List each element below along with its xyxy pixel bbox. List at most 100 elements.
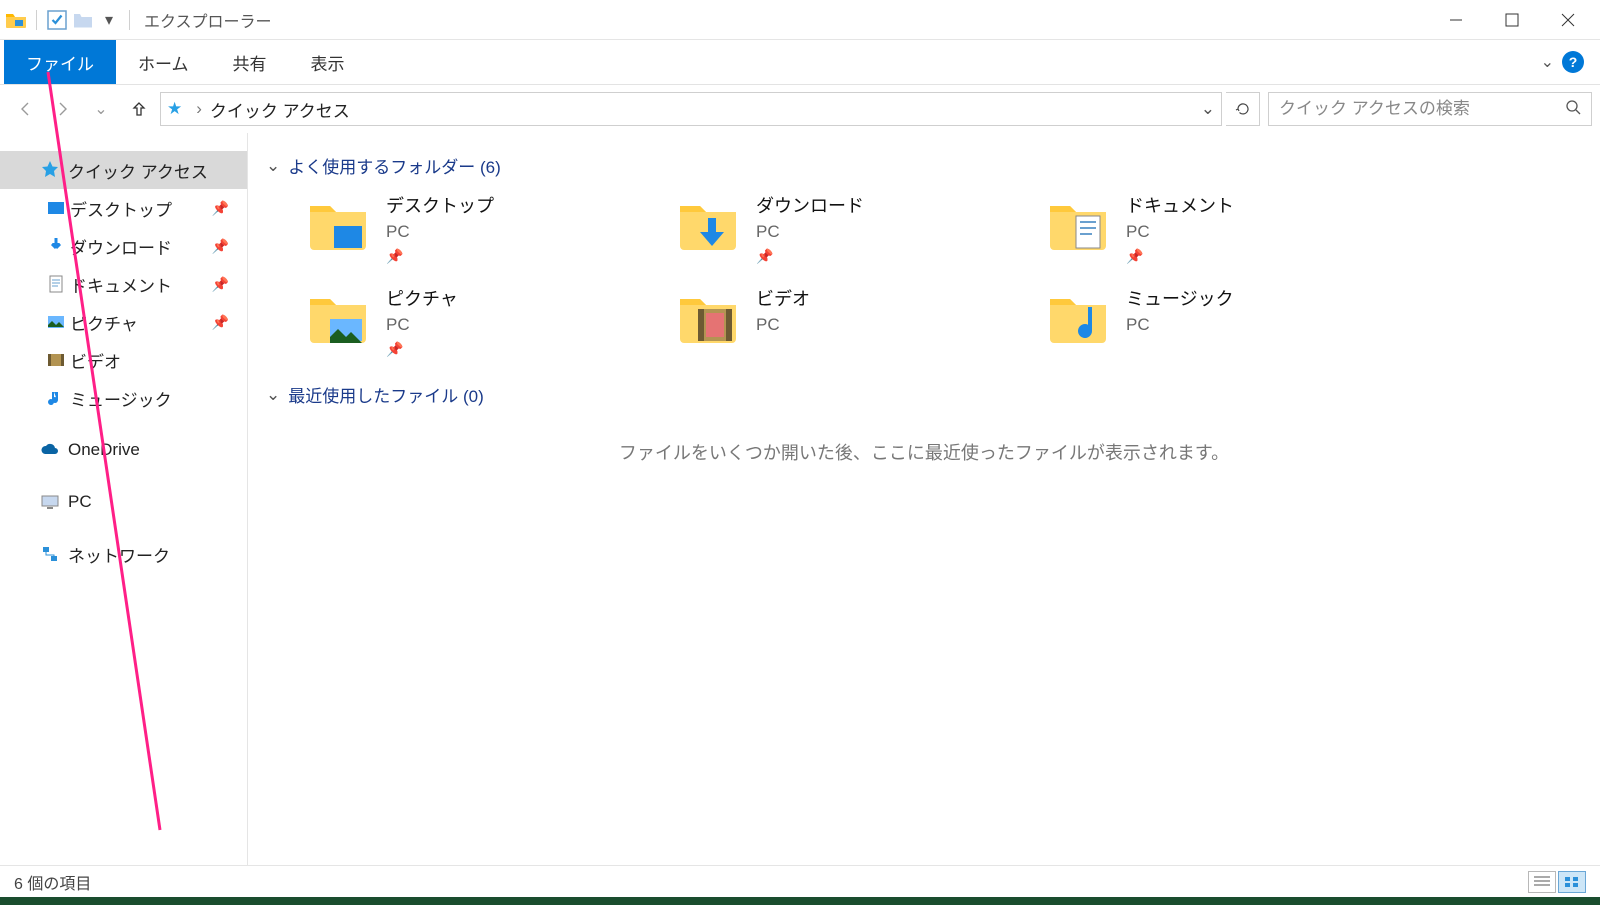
tab-file[interactable]: ファイル [4,40,116,84]
search-box[interactable] [1268,92,1592,126]
sidebar-item-label: ビデオ [70,348,121,373]
separator [36,10,37,30]
recent-locations-dropdown[interactable]: ⌄ [84,92,118,126]
sidebar-item-videos[interactable]: ビデオ [0,341,247,379]
close-button[interactable] [1540,0,1596,40]
folder-video-icon [676,285,740,349]
folder-name: デスクトップ [386,192,494,218]
sidebar-item-documents[interactable]: ドキュメント 📌 [0,265,247,303]
star-icon [40,160,60,180]
sidebar-item-downloads[interactable]: ダウンロード 📌 [0,227,247,265]
pin-icon: 📌 [386,341,458,358]
up-button[interactable] [122,92,156,126]
search-icon[interactable] [1565,99,1581,120]
pin-icon: 📌 [212,238,229,255]
folder-sub: PC [386,222,494,242]
folder-item-desktop[interactable]: デスクトップ PC 📌 [306,192,646,265]
sidebar-item-label: クイック アクセス [68,158,208,183]
folder-name: ダウンロード [756,192,864,218]
maximize-button[interactable] [1484,0,1540,40]
sidebar-item-label: デスクトップ [70,196,172,221]
sidebar-item-label: PC [68,492,92,512]
download-icon [46,236,66,256]
video-icon [46,350,66,370]
sidebar-quick-access[interactable]: クイック アクセス [0,151,247,189]
sidebar-item-music[interactable]: ミュージック [0,379,247,417]
title-bar: ▾ エクスプローラー [0,0,1600,40]
sidebar-item-label: ネットワーク [68,542,170,567]
sidebar-pc[interactable]: PC [0,483,247,521]
picture-icon [46,312,66,332]
folder-item-downloads[interactable]: ダウンロード PC 📌 [676,192,1016,265]
large-icons-view-button[interactable] [1558,871,1586,893]
sidebar-item-label: ミュージック [70,386,172,411]
separator [129,10,130,30]
section-frequent-folders[interactable]: ⌄ よく使用するフォルダー (6) [266,153,1582,178]
document-icon [46,274,66,294]
folder-sub: PC [756,222,864,242]
content-area: ⌄ よく使用するフォルダー (6) デスクトップ PC 📌 ダウンロ [248,133,1600,865]
folder-sub: PC [1126,222,1234,242]
folder-item-documents[interactable]: ドキュメント PC 📌 [1046,192,1386,265]
sidebar-item-label: ピクチャ [70,310,138,335]
folder-item-pictures[interactable]: ピクチャ PC 📌 [306,285,646,358]
qat-dropdown-icon[interactable]: ▾ [97,8,121,32]
pin-icon: 📌 [756,248,864,265]
minimize-button[interactable] [1428,0,1484,40]
sidebar-item-label: ダウンロード [70,234,172,259]
folder-item-music[interactable]: ミュージック PC [1046,285,1386,358]
forward-button[interactable] [46,92,80,126]
sidebar-item-desktop[interactable]: デスクトップ 📌 [0,189,247,227]
item-count: 6 個の項目 [14,870,91,894]
pin-icon: 📌 [386,248,494,265]
folder-name: ミュージック [1126,285,1234,311]
details-view-button[interactable] [1528,871,1556,893]
address-path[interactable]: クイック アクセス [210,97,350,122]
ribbon: ファイル ホーム 共有 表示 ⌄ ? [0,40,1600,85]
folder-document-icon [1046,192,1110,256]
pin-icon: 📌 [212,276,229,293]
address-dropdown-icon[interactable]: ⌄ [1201,99,1215,119]
folder-sub: PC [386,315,458,335]
window-title: エクスプローラー [144,8,272,32]
music-icon [46,388,66,408]
back-button[interactable] [8,92,42,126]
section-label: よく使用するフォルダー (6) [288,153,501,178]
refresh-button[interactable] [1226,92,1260,126]
pin-icon: 📌 [1126,248,1234,265]
chevron-down-icon: ⌄ [266,156,280,176]
folder-music-icon [1046,285,1110,349]
address-row: ⌄ ★ › クイック アクセス ⌄ [0,85,1600,133]
tab-share[interactable]: 共有 [211,40,289,85]
network-icon [40,544,60,564]
new-folder-quick-icon[interactable] [71,8,95,32]
folder-sub: PC [756,315,810,335]
ribbon-collapse-icon[interactable]: ⌄ [1541,52,1554,72]
properties-quick-icon[interactable] [45,8,69,32]
cloud-icon [40,440,60,460]
section-recent-files[interactable]: ⌄ 最近使用したファイル (0) [266,382,1582,407]
search-input[interactable] [1279,99,1565,119]
tab-home[interactable]: ホーム [116,40,211,85]
help-button[interactable]: ? [1562,51,1584,73]
chevron-down-icon: ⌄ [266,385,280,405]
folder-desktop-icon [306,192,370,256]
status-bar: 6 個の項目 [0,865,1600,897]
empty-recent-message: ファイルをいくつか開いた後、ここに最近使ったファイルが表示されます。 [266,439,1582,465]
quick-access-star-icon: ★ [167,99,182,119]
folder-item-videos[interactable]: ビデオ PC [676,285,1016,358]
section-label: 最近使用したファイル (0) [288,382,484,407]
folder-name: ビデオ [756,285,810,311]
sidebar: クイック アクセス デスクトップ 📌 ダウンロード 📌 ドキュメント 📌 ピクチ… [0,133,248,865]
sidebar-item-pictures[interactable]: ピクチャ 📌 [0,303,247,341]
pin-icon: 📌 [212,200,229,217]
sidebar-item-label: OneDrive [68,440,140,460]
sidebar-network[interactable]: ネットワーク [0,535,247,573]
address-bar[interactable]: ★ › クイック アクセス ⌄ [160,92,1222,126]
sidebar-onedrive[interactable]: OneDrive [0,431,247,469]
taskbar-strip [0,897,1600,905]
tab-view[interactable]: 表示 [289,40,367,85]
folder-grid: デスクトップ PC 📌 ダウンロード PC 📌 [306,192,1582,358]
desktop-icon [46,198,66,218]
breadcrumb-separator-icon: › [196,99,202,119]
